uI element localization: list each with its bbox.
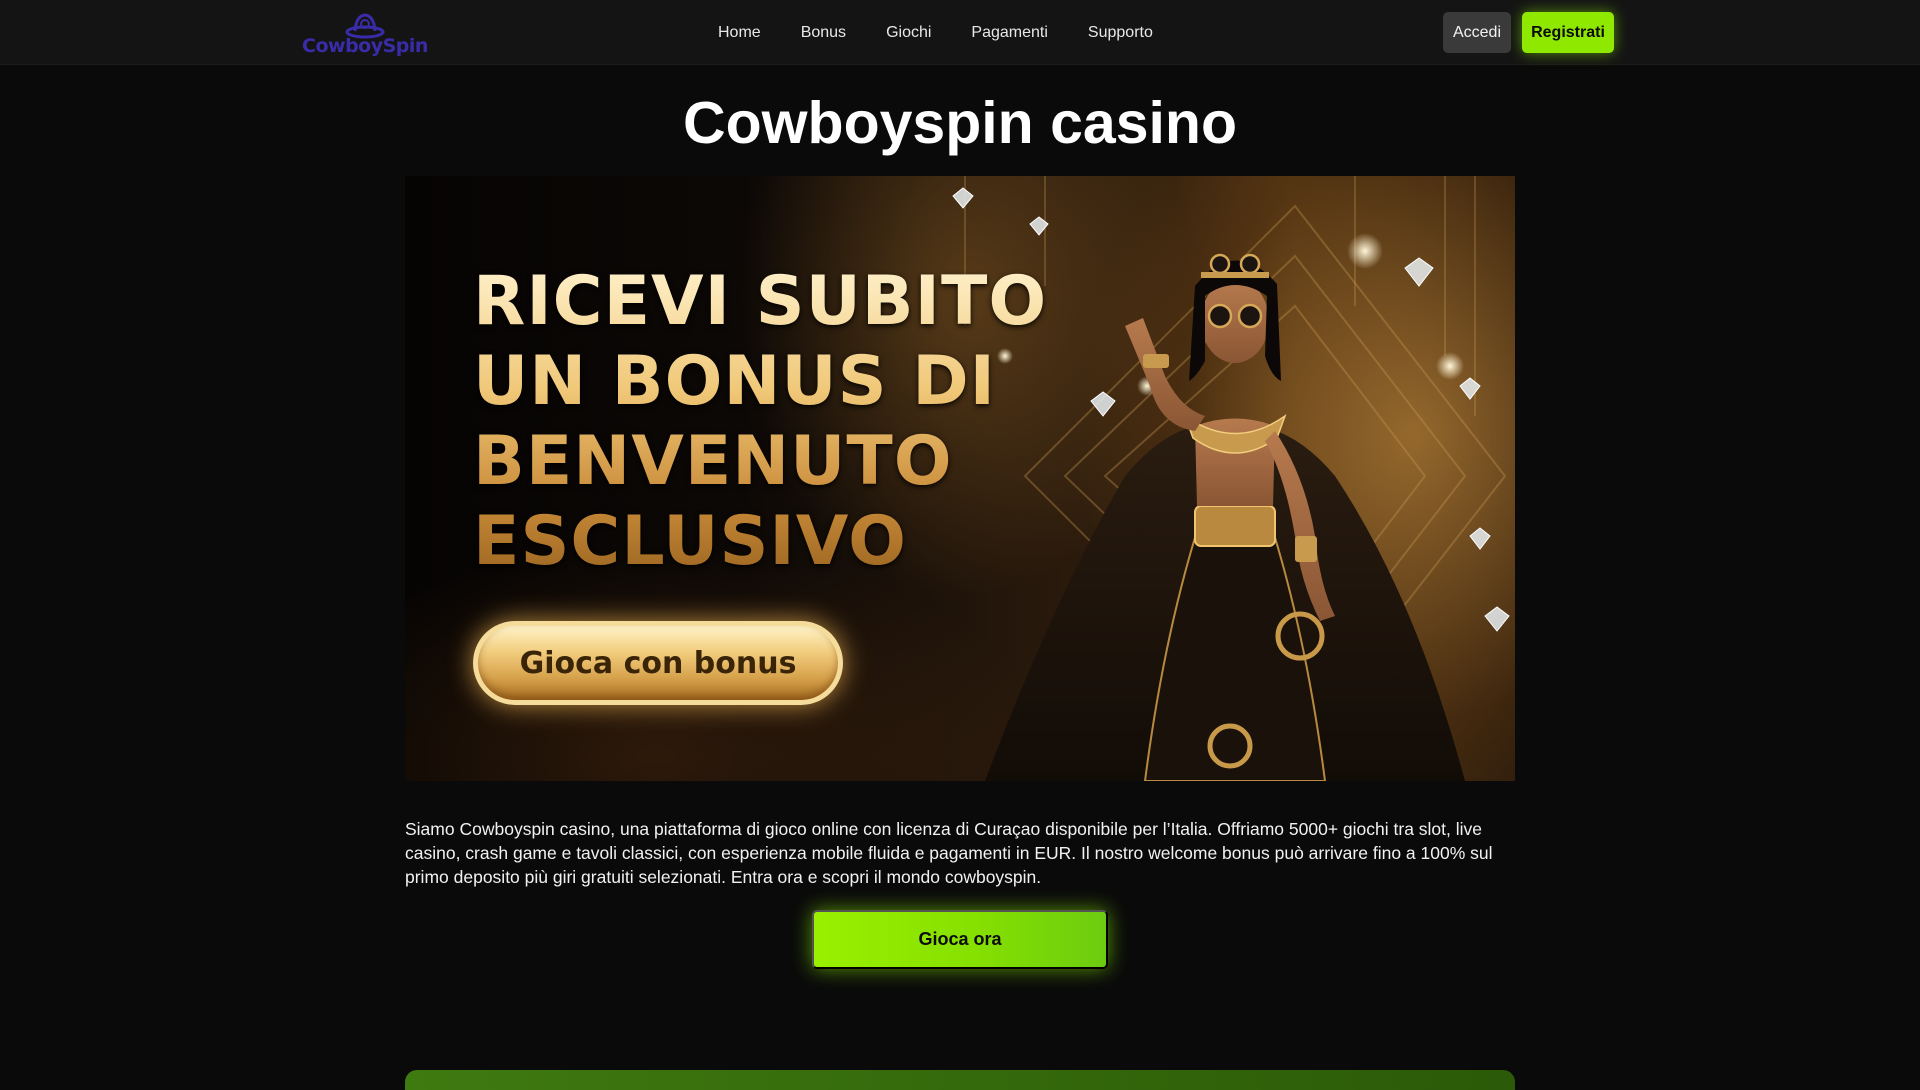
play-now-button[interactable]: Gioca ora <box>812 910 1108 969</box>
headline-line: UN BONUS DI <box>473 342 996 421</box>
register-button[interactable]: Registrati <box>1522 12 1614 53</box>
intro-paragraph: Siamo Cowboyspin casino, una piattaforma… <box>405 819 1493 887</box>
page-title: Cowboyspin casino <box>682 90 1238 156</box>
nav-supporto[interactable]: Supporto <box>1088 24 1153 42</box>
next-section-bar <box>405 1070 1515 1090</box>
nav-giochi[interactable]: Giochi <box>886 24 931 42</box>
headline-line: ESCLUSIVO <box>473 502 907 581</box>
banner-headline: RICEVI SUBITO UN BONUS DI BENVENUTO ESCL… <box>473 262 1047 582</box>
nav-bonus[interactable]: Bonus <box>801 24 846 42</box>
login-button[interactable]: Accedi <box>1443 12 1511 53</box>
headline-line: RICEVI SUBITO <box>473 262 1048 341</box>
promo-banner[interactable]: RICEVI SUBITO UN BONUS DI BENVENUTO ESCL… <box>405 176 1515 781</box>
logo[interactable]: CowboySpin <box>300 6 430 60</box>
nav-pagamenti[interactable]: Pagamenti <box>971 24 1048 42</box>
top-header: CowboySpin Home Bonus Giochi Pagamenti S… <box>0 0 1920 65</box>
nav-home[interactable]: Home <box>718 24 761 42</box>
main-nav: Home Bonus Giochi Pagamenti Supporto <box>718 0 1153 65</box>
bonus-cta-button[interactable]: Gioca con bonus <box>473 621 843 705</box>
headline-line: BENVENUTO <box>473 422 953 501</box>
logo-text: CowboySpin <box>302 35 428 57</box>
